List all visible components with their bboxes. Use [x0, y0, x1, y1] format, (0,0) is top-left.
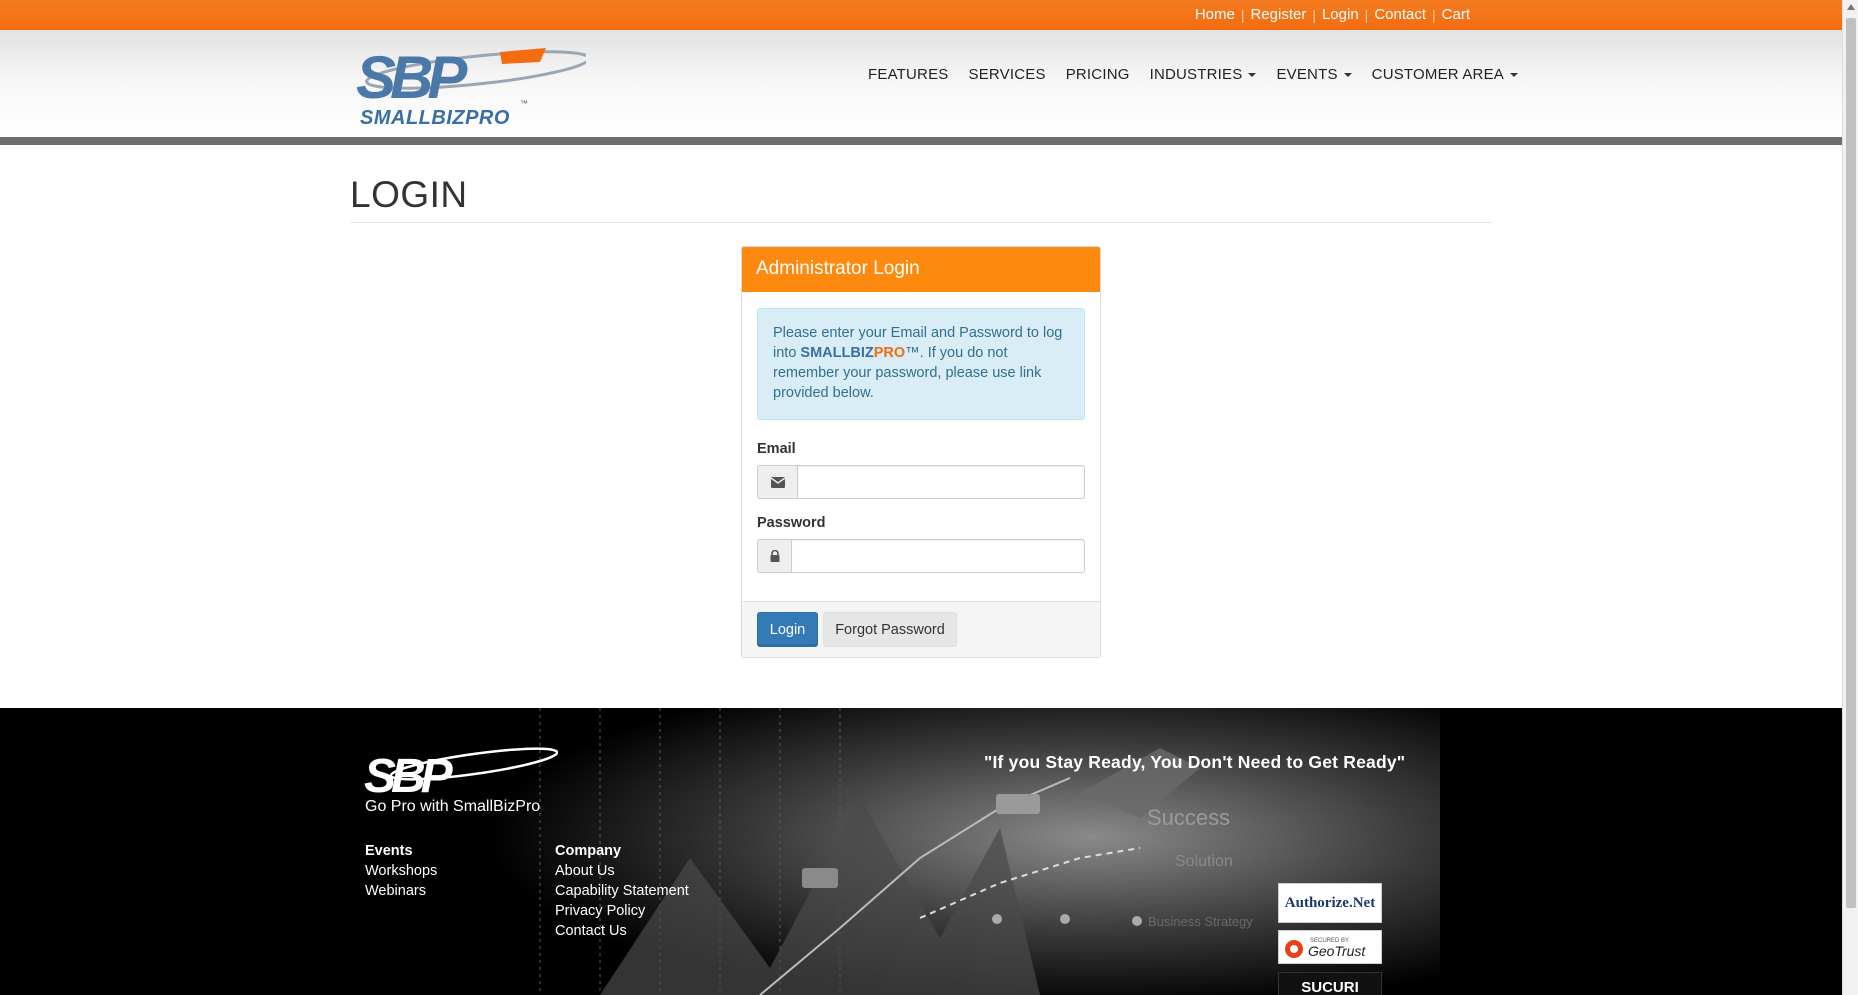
nav-label: SERVICES	[968, 66, 1046, 83]
footer-company-column: Company About Us Capability Statement Pr…	[555, 841, 689, 941]
nav-events-dropdown[interactable]: EVENTS	[1276, 66, 1352, 83]
panel-header: Administrator Login	[742, 247, 1100, 292]
email-label: Email	[757, 441, 796, 457]
info-alert: Please enter your Email and Password to …	[757, 308, 1085, 420]
password-label: Password	[757, 515, 826, 531]
svg-text:SBP: SBP	[356, 44, 468, 111]
nav-services[interactable]: SERVICES	[969, 66, 1046, 83]
site-logo[interactable]: SBP ™ SMALLBIZPRO	[350, 40, 586, 130]
caret-down-icon	[1510, 72, 1519, 77]
forgot-password-button[interactable]: Forgot Password	[823, 612, 957, 647]
footer-link-webinars[interactable]: Webinars	[365, 881, 437, 901]
email-input-group	[757, 465, 1085, 499]
site-footer: Success Solution Business Strategy SBP G…	[0, 708, 1842, 995]
nav-label: EVENTS	[1276, 66, 1338, 83]
footer-link-capability-statement[interactable]: Capability Statement	[555, 881, 689, 901]
footer-logo[interactable]: SBP	[364, 744, 558, 800]
footer-quote: "If you Stay Ready, You Don't Need to Ge…	[984, 752, 1406, 772]
alert-brand-smallbiz: SMALLBIZ	[800, 345, 874, 361]
nav-label: CUSTOMER AREA	[1371, 66, 1505, 83]
top-link-contact[interactable]: Contact	[1368, 6, 1432, 23]
svg-text:™: ™	[520, 99, 528, 108]
sucuri-badge[interactable]: SUCURI	[1278, 972, 1382, 995]
scrollbar-thumb[interactable]	[1846, 18, 1856, 908]
main-nav: FEATURES SERVICES PRICING INDUSTRIES EVE…	[868, 66, 1538, 83]
nav-customer-area-dropdown[interactable]: CUSTOMER AREA	[1371, 66, 1519, 83]
svg-text:SMALLBIZPRO: SMALLBIZPRO	[360, 107, 510, 129]
footer-link-privacy-policy[interactable]: Privacy Policy	[555, 901, 689, 921]
authorize-net-badge[interactable]: Authorize.Net	[1278, 883, 1382, 923]
top-link-register[interactable]: Register	[1244, 6, 1312, 23]
svg-text:SBP: SBP	[364, 750, 454, 800]
top-link-login[interactable]: Login	[1316, 6, 1365, 23]
panel-title: Administrator Login	[756, 258, 920, 279]
top-bar: Home | Register | Login | Contact | Cart	[0, 0, 1842, 30]
footer-tagline: Go Pro with SmallBizPro	[365, 798, 541, 815]
nav-label: INDUSTRIES	[1149, 66, 1243, 83]
footer-events-column: Events Workshops Webinars	[365, 841, 437, 901]
svg-text:GeoTrust: GeoTrust	[1308, 943, 1366, 959]
scroll-up-arrow-icon[interactable]	[1847, 4, 1855, 10]
page-title: LOGIN	[350, 174, 468, 215]
nav-industries-dropdown[interactable]: INDUSTRIES	[1150, 66, 1257, 83]
panel-footer: Login Forgot Password	[742, 601, 1100, 657]
header-divider	[0, 137, 1842, 145]
page-scrollbar[interactable]	[1842, 0, 1858, 995]
lock-icon	[757, 539, 791, 573]
footer-link-workshops[interactable]: Workshops	[365, 861, 437, 881]
title-divider	[350, 222, 1492, 223]
nav-label: PRICING	[1065, 66, 1130, 83]
password-input-group	[757, 539, 1085, 573]
svg-text:Solution: Solution	[1175, 853, 1233, 870]
geotrust-badge[interactable]: SECURED BY GeoTrust	[1278, 930, 1382, 964]
top-link-cart[interactable]: Cart	[1436, 6, 1476, 23]
login-panel: Administrator Login Please enter your Em…	[741, 246, 1101, 658]
footer-company-heading: Company	[555, 843, 622, 859]
envelope-icon	[757, 465, 797, 499]
svg-text:Business Strategy: Business Strategy	[1148, 914, 1253, 929]
caret-down-icon	[1343, 72, 1352, 77]
footer-link-contact-us[interactable]: Contact Us	[555, 921, 689, 941]
top-links: Home | Register | Login | Contact | Cart	[1189, 6, 1476, 23]
site-header	[0, 30, 1842, 137]
caret-down-icon	[1248, 72, 1257, 77]
top-link-home[interactable]: Home	[1189, 6, 1241, 23]
nav-pricing[interactable]: PRICING	[1066, 66, 1130, 83]
login-button[interactable]: Login	[757, 612, 818, 647]
svg-text:Success: Success	[1147, 805, 1230, 830]
footer-link-about-us[interactable]: About Us	[555, 861, 689, 881]
footer-events-heading: Events	[365, 843, 413, 859]
email-field[interactable]	[797, 465, 1085, 499]
nav-label: FEATURES	[868, 66, 949, 83]
password-field[interactable]	[791, 539, 1085, 573]
alert-brand-pro: PRO	[873, 345, 906, 361]
nav-features[interactable]: FEATURES	[868, 66, 949, 83]
